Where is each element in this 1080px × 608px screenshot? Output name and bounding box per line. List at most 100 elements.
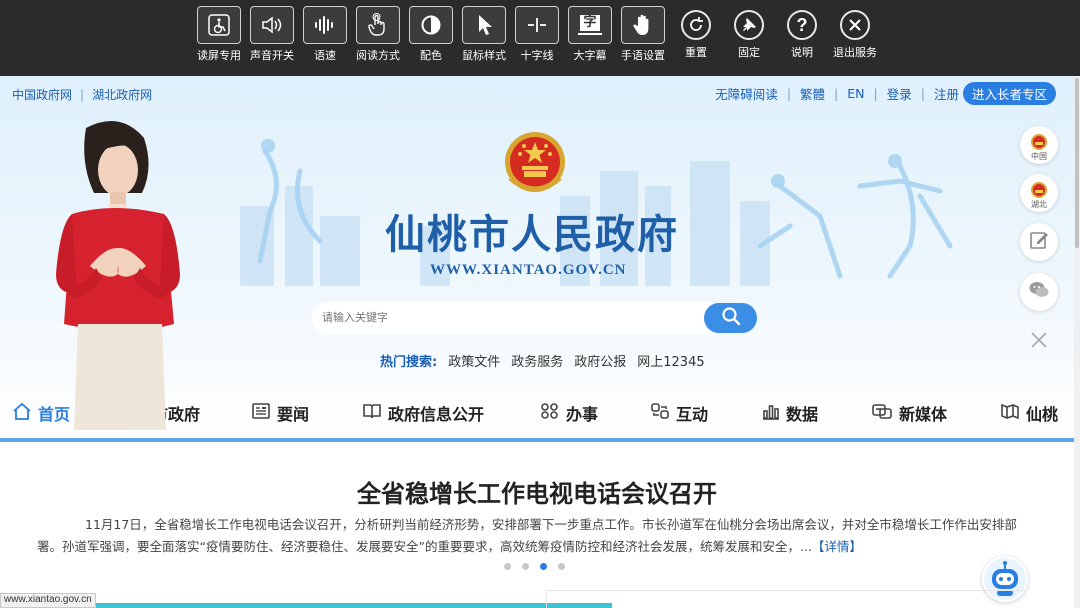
hot-search-item[interactable]: 政策文件 xyxy=(448,351,500,370)
help-button[interactable]: ? 说明 xyxy=(777,6,827,63)
screen-reader-button[interactable]: 读屏专用 xyxy=(194,6,244,63)
sound-toggle-button[interactable]: 声音开关 xyxy=(247,6,297,63)
wheelchair-icon xyxy=(208,14,230,36)
edit-icon xyxy=(1029,230,1049,254)
link-english[interactable]: EN xyxy=(847,86,864,101)
nav-new-media[interactable]: 新媒体 xyxy=(871,401,947,425)
hot-search-item[interactable]: 政务服务 xyxy=(511,351,563,370)
bottom-panel xyxy=(546,590,1026,608)
hot-search-item[interactable]: 网上12345 xyxy=(637,351,704,370)
speech-rate-button[interactable]: 语速 xyxy=(300,6,350,63)
large-caption-button[interactable]: 字 大字幕 xyxy=(565,6,615,63)
media-icon xyxy=(871,402,893,424)
sign-language-button[interactable]: 手语设置 xyxy=(618,6,668,63)
speaker-icon xyxy=(260,14,284,36)
exit-service-label: 退出服务 xyxy=(833,46,877,59)
divider: | xyxy=(786,86,792,101)
wechat-float[interactable] xyxy=(1020,273,1058,311)
nav-gov-info-label: 政府信息公开 xyxy=(388,405,485,424)
pin-label: 固定 xyxy=(738,46,760,59)
large-caption-label: 大字幕 xyxy=(573,49,607,62)
reading-mode-button[interactable]: 阅读方式 xyxy=(353,6,403,63)
crosshair-button[interactable]: 十字线 xyxy=(512,6,562,63)
nav-services[interactable]: 办事 xyxy=(540,401,598,425)
link-accessible-reading[interactable]: 无障碍阅读 xyxy=(715,84,778,103)
carousel-dot[interactable] xyxy=(558,563,565,570)
nav-interaction[interactable]: 互动 xyxy=(650,401,708,425)
search-input[interactable] xyxy=(312,302,712,334)
scrollbar-thumb[interactable] xyxy=(1075,78,1079,248)
national-emblem xyxy=(505,132,565,192)
site-title: 仙桃市人民政府 xyxy=(385,211,679,258)
link-traditional-chinese[interactable]: 繁體 xyxy=(800,84,825,103)
carousel-dot[interactable] xyxy=(522,563,529,570)
caption-icon: 字 xyxy=(578,14,602,36)
newspaper-icon xyxy=(251,402,271,424)
carousel-dot-active[interactable] xyxy=(540,563,547,570)
sign-language-avatar xyxy=(56,120,180,430)
nav-xiantao-label: 仙桃 xyxy=(1026,405,1059,424)
search-icon xyxy=(721,306,741,330)
headline[interactable]: 全省稳增长工作电视电话会议召开 xyxy=(0,474,1074,509)
china-gov-float-label: 中国 xyxy=(1031,152,1047,161)
map-icon xyxy=(1000,402,1020,424)
help-label: 说明 xyxy=(791,46,813,59)
hubei-gov-float-label: 湖北 xyxy=(1031,200,1047,209)
nav-data[interactable]: 数据 xyxy=(762,401,818,425)
nav-underline xyxy=(0,438,1074,442)
nav-data-label: 数据 xyxy=(786,405,819,424)
nav-services-label: 办事 xyxy=(566,405,599,424)
link-hubei-gov[interactable]: 湖北政府网 xyxy=(92,86,152,103)
interact-icon xyxy=(650,402,670,424)
waveform-icon xyxy=(313,14,337,36)
accessibility-toolbar: 读屏专用 声音开关 语速 阅读方式 配色 鼠标样式 十字线 字 大字幕 手语设置… xyxy=(0,0,1080,76)
headline-summary: 11月17日，全省稳增长工作电视电话会议召开，分析研判当前经济形势，安排部署下一… xyxy=(37,514,1037,558)
exit-service-button[interactable]: 退出服务 xyxy=(830,6,880,63)
bottom-banner-strip xyxy=(92,603,612,608)
hand-pointer-icon xyxy=(367,13,389,37)
grid-icon xyxy=(540,402,560,424)
pin-button[interactable]: 固定 xyxy=(724,6,774,63)
page-scrollbar[interactable] xyxy=(1074,76,1080,608)
hot-search-item[interactable]: 政府公报 xyxy=(574,351,626,370)
cursor-icon xyxy=(473,13,495,37)
emblem-icon xyxy=(1031,134,1047,150)
nav-xiantao[interactable]: 仙桃 xyxy=(1000,401,1058,425)
nav-news[interactable]: 要闻 xyxy=(251,401,309,425)
divider: | xyxy=(834,86,839,101)
divider: | xyxy=(920,86,925,101)
link-login[interactable]: 登录 xyxy=(887,84,912,103)
close-float[interactable] xyxy=(1020,323,1058,361)
crosshair-label: 十字线 xyxy=(520,49,554,62)
caption-glyph: 字 xyxy=(580,14,600,31)
elder-zone-button[interactable]: 进入长者专区 xyxy=(962,82,1056,105)
nav-interaction-label: 互动 xyxy=(676,405,709,424)
close-icon xyxy=(1029,330,1049,354)
nav-news-label: 要闻 xyxy=(277,405,310,424)
china-gov-float[interactable]: 中国 xyxy=(1020,126,1058,164)
cursor-style-button[interactable]: 鼠标样式 xyxy=(459,6,509,63)
read-more-link[interactable]: 【详情】 xyxy=(812,539,862,554)
link-register[interactable]: 注册 xyxy=(934,84,959,103)
hot-search-label: 热门搜索: xyxy=(380,355,438,370)
carousel-dot[interactable] xyxy=(504,563,511,570)
reset-button[interactable]: 重置 xyxy=(671,6,721,63)
feedback-float[interactable] xyxy=(1020,223,1058,261)
color-scheme-button[interactable]: 配色 xyxy=(406,6,456,63)
reset-label: 重置 xyxy=(685,46,707,59)
carousel-indicator xyxy=(504,563,565,570)
search-button[interactable] xyxy=(704,303,757,333)
hubei-gov-float[interactable]: 湖北 xyxy=(1020,174,1058,212)
bar-chart-icon xyxy=(762,402,780,424)
top-right-links: 无障碍阅读 | 繁體 | EN | 登录 | 注册 进入长者专区 xyxy=(715,82,1056,105)
reset-icon xyxy=(687,16,705,34)
headline-summary-text: 11月17日，全省稳增长工作电视电话会议召开，分析研判当前经济形势，安排部署下一… xyxy=(37,517,1017,554)
pin-icon xyxy=(740,16,758,34)
color-scheme-label: 配色 xyxy=(420,49,442,62)
link-china-gov[interactable]: 中国政府网 xyxy=(12,86,72,103)
nav-new-media-label: 新媒体 xyxy=(899,405,948,424)
sign-language-label: 手语设置 xyxy=(621,49,665,62)
nav-gov-info[interactable]: 政府信息公开 xyxy=(362,401,484,425)
book-icon xyxy=(362,402,382,424)
screen-reader-label: 读屏专用 xyxy=(197,49,241,62)
